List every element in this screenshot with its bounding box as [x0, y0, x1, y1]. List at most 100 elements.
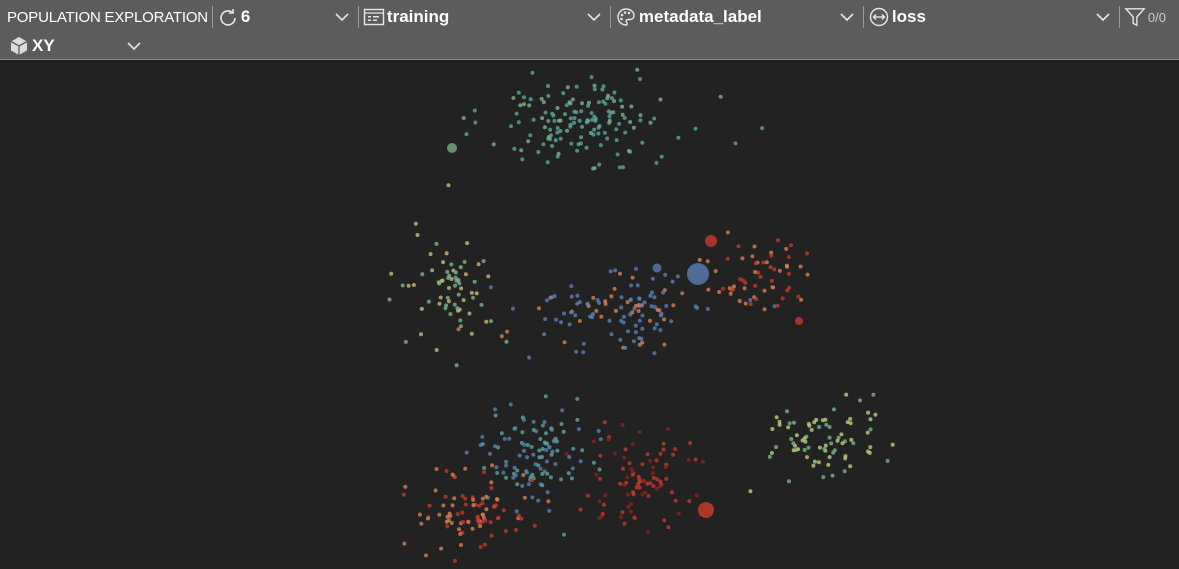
point[interactable] [752, 244, 757, 249]
point[interactable] [563, 112, 568, 117]
point[interactable] [493, 444, 498, 449]
point[interactable] [479, 302, 484, 307]
point[interactable] [424, 553, 428, 558]
filter-button[interactable]: 0/0 [1120, 3, 1170, 31]
point[interactable] [761, 260, 766, 265]
point[interactable] [558, 129, 563, 133]
point[interactable] [812, 459, 817, 464]
point[interactable] [445, 269, 450, 274]
point[interactable] [490, 463, 495, 468]
point[interactable] [671, 303, 676, 308]
point[interactable] [623, 447, 628, 452]
point[interactable] [569, 141, 574, 146]
point[interactable] [671, 452, 676, 457]
point[interactable] [522, 442, 527, 447]
point[interactable] [741, 278, 745, 283]
point[interactable] [403, 339, 408, 344]
point[interactable] [662, 518, 667, 523]
point[interactable] [495, 471, 500, 475]
point[interactable] [537, 455, 542, 460]
point[interactable] [549, 452, 554, 457]
point[interactable] [777, 422, 782, 427]
point[interactable] [868, 427, 873, 432]
point[interactable] [591, 460, 596, 465]
point[interactable] [514, 509, 519, 514]
point[interactable] [499, 431, 504, 436]
point[interactable] [446, 286, 451, 290]
point[interactable] [758, 274, 763, 279]
point[interactable] [620, 423, 625, 427]
point[interactable] [482, 466, 487, 470]
point[interactable] [603, 302, 608, 306]
point[interactable] [619, 318, 624, 323]
point[interactable] [545, 471, 550, 476]
point[interactable] [531, 428, 536, 432]
point[interactable] [748, 298, 753, 302]
point[interactable] [555, 448, 560, 453]
point[interactable] [536, 463, 541, 468]
point[interactable] [796, 294, 801, 299]
point[interactable] [559, 422, 564, 426]
point[interactable] [718, 94, 723, 99]
point[interactable] [737, 299, 742, 303]
point[interactable] [481, 259, 486, 264]
point[interactable] [574, 84, 579, 89]
point[interactable] [530, 478, 534, 483]
point[interactable] [823, 443, 828, 448]
point[interactable] [440, 278, 445, 283]
point[interactable] [784, 246, 789, 251]
point[interactable] [787, 479, 791, 484]
point[interactable] [536, 306, 541, 311]
point[interactable] [791, 448, 796, 453]
point[interactable] [484, 319, 489, 324]
point[interactable] [566, 471, 571, 476]
point[interactable] [486, 274, 491, 279]
point[interactable] [629, 104, 634, 109]
point[interactable] [651, 475, 656, 480]
point[interactable] [545, 490, 550, 495]
point[interactable] [608, 269, 613, 274]
point[interactable] [491, 142, 496, 147]
point[interactable] [469, 290, 474, 295]
point[interactable] [802, 448, 807, 452]
point[interactable] [652, 263, 662, 273]
point[interactable] [541, 100, 546, 105]
point[interactable] [614, 138, 619, 143]
point[interactable] [820, 418, 825, 423]
point[interactable] [455, 512, 460, 517]
point[interactable] [705, 259, 710, 264]
point[interactable] [525, 455, 530, 460]
point[interactable] [609, 294, 614, 299]
point[interactable] [611, 110, 616, 115]
point[interactable] [725, 256, 730, 261]
point[interactable] [613, 268, 618, 273]
point[interactable] [509, 124, 513, 129]
point[interactable] [464, 450, 469, 455]
point[interactable] [764, 260, 769, 265]
point[interactable] [618, 337, 623, 342]
point[interactable] [554, 317, 559, 322]
point[interactable] [542, 420, 547, 424]
point[interactable] [827, 435, 832, 440]
point[interactable] [511, 306, 515, 311]
point[interactable] [540, 483, 545, 488]
point[interactable] [504, 339, 509, 344]
point[interactable] [461, 520, 466, 524]
point[interactable] [466, 520, 471, 524]
point[interactable] [643, 490, 648, 495]
point[interactable] [577, 118, 582, 123]
point[interactable] [651, 465, 656, 470]
point[interactable] [514, 111, 519, 116]
point[interactable] [697, 257, 702, 262]
point[interactable] [633, 323, 638, 328]
point[interactable] [602, 130, 607, 135]
point[interactable] [640, 313, 645, 318]
point[interactable] [686, 457, 691, 462]
point[interactable] [527, 355, 532, 360]
point[interactable] [792, 420, 796, 425]
point[interactable] [785, 288, 790, 293]
point[interactable] [612, 451, 617, 456]
point[interactable] [449, 521, 454, 525]
point[interactable] [503, 529, 508, 533]
point[interactable] [638, 77, 642, 82]
